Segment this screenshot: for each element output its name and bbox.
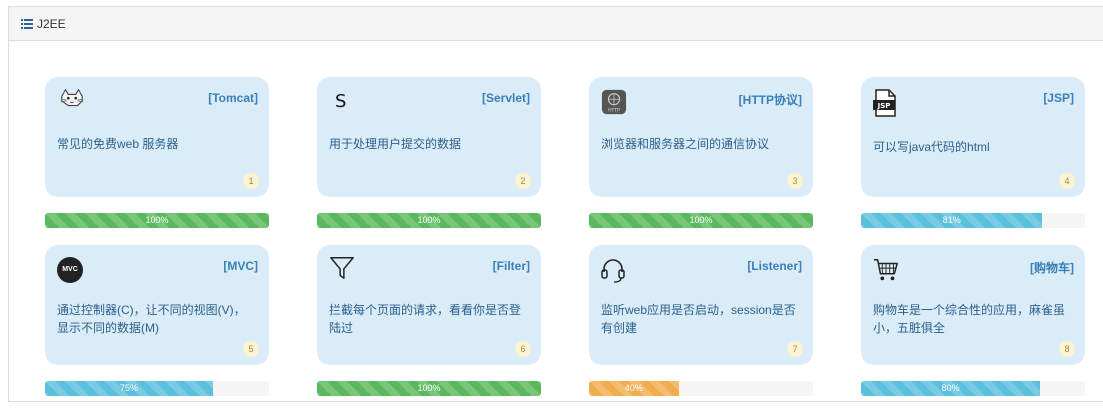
mvc-badge-icon: MVC [57, 257, 83, 283]
card-number-badge: 8 [1059, 341, 1075, 357]
progress-listener: 40% [589, 381, 813, 396]
progress-bar: 40% [589, 381, 679, 396]
card-description: 浏览器和服务器之间的通信协议 [601, 137, 770, 151]
card-number-badge: 4 [1059, 173, 1075, 189]
card-tag[interactable]: [JSP] [1043, 91, 1074, 105]
card-listener[interactable]: [Listener] 监听web应用是否启动，session是否有创建 7 [589, 245, 813, 365]
panel-heading: J2EE [9, 7, 1103, 41]
card-description: 监听web应用是否启动，session是否有创建 [601, 303, 796, 335]
progress-bar: 100% [589, 213, 813, 228]
progress-bar: 75% [45, 381, 213, 396]
funnel-filter-icon [330, 257, 354, 279]
letter-s-icon: S [335, 91, 347, 112]
progress-tomcat: 100% [45, 213, 269, 228]
progress-servlet: 100% [317, 213, 541, 228]
http-globe-icon: HTTP [601, 89, 627, 115]
card-tag[interactable]: [购物车] [1030, 259, 1074, 276]
panel-title: J2EE [37, 16, 66, 31]
card-tag[interactable]: [MVC] [223, 259, 258, 273]
card-filter[interactable]: [Filter] 拦截每个页面的请求，看看你是否登陆过 6 [317, 245, 541, 365]
card-number-badge: 7 [787, 341, 803, 357]
card-tomcat[interactable]: [Tomcat] 常见的免费web 服务器 1 [45, 77, 269, 197]
card-number-badge: 2 [515, 173, 531, 189]
progress-filter: 100% [317, 381, 541, 396]
card-description: 购物车是一个综合性的应用，麻雀虽小，五脏俱全 [873, 303, 1066, 335]
card-number-badge: 6 [515, 341, 531, 357]
card-tag[interactable]: [Tomcat] [208, 91, 258, 105]
progress-bar: 100% [45, 213, 269, 228]
card-description: 用于处理用户提交的数据 [329, 137, 462, 151]
tomcat-cat-icon [60, 88, 84, 107]
shopping-cart-icon [873, 259, 898, 281]
progress-jsp: 81% [861, 213, 1085, 228]
card-http[interactable]: HTTP [HTTP协议] 浏览器和服务器之间的通信协议 3 [589, 77, 813, 197]
progress-bar: 100% [317, 213, 541, 228]
progress-http: 100% [589, 213, 813, 228]
progress-bar: 81% [861, 213, 1043, 228]
card-shopping-cart[interactable]: [购物车] 购物车是一个综合性的应用，麻雀虽小，五脏俱全 8 [861, 245, 1085, 365]
card-number-badge: 1 [243, 173, 259, 189]
progress-bar: 80% [861, 381, 1041, 396]
card-description: 通过控制器(C)，让不同的视图(V)，显示不同的数据(M) [57, 303, 246, 335]
card-jsp[interactable]: JSP [JSP] 可以写java代码的html 4 [861, 77, 1085, 197]
card-mvc[interactable]: MVC [MVC] 通过控制器(C)，让不同的视图(V)，显示不同的数据(M) … [45, 245, 269, 365]
card-number-badge: 3 [787, 173, 803, 189]
card-description: 拦截每个页面的请求，看看你是否登陆过 [329, 303, 522, 335]
card-tag[interactable]: [Listener] [747, 259, 802, 273]
progress-bar: 100% [317, 381, 541, 396]
list-icon [21, 18, 33, 29]
card-tag[interactable]: [HTTP协议] [739, 91, 802, 108]
card-tag[interactable]: [Filter] [493, 259, 530, 273]
progress-mvc: 75% [45, 381, 269, 396]
progress-shopping-cart: 80% [861, 381, 1085, 396]
card-number-badge: 5 [243, 341, 259, 357]
http-icon-text: HTTP [608, 107, 620, 113]
jsp-file-icon: JSP [873, 89, 896, 117]
card-description: 常见的免费web 服务器 [57, 137, 179, 151]
card-tag[interactable]: [Servlet] [482, 91, 530, 105]
card-description: 可以写java代码的html [873, 140, 990, 154]
card-servlet[interactable]: S [Servlet] 用于处理用户提交的数据 2 [317, 77, 541, 197]
jsp-icon-text: JSP [877, 102, 891, 110]
headset-icon [601, 259, 625, 283]
